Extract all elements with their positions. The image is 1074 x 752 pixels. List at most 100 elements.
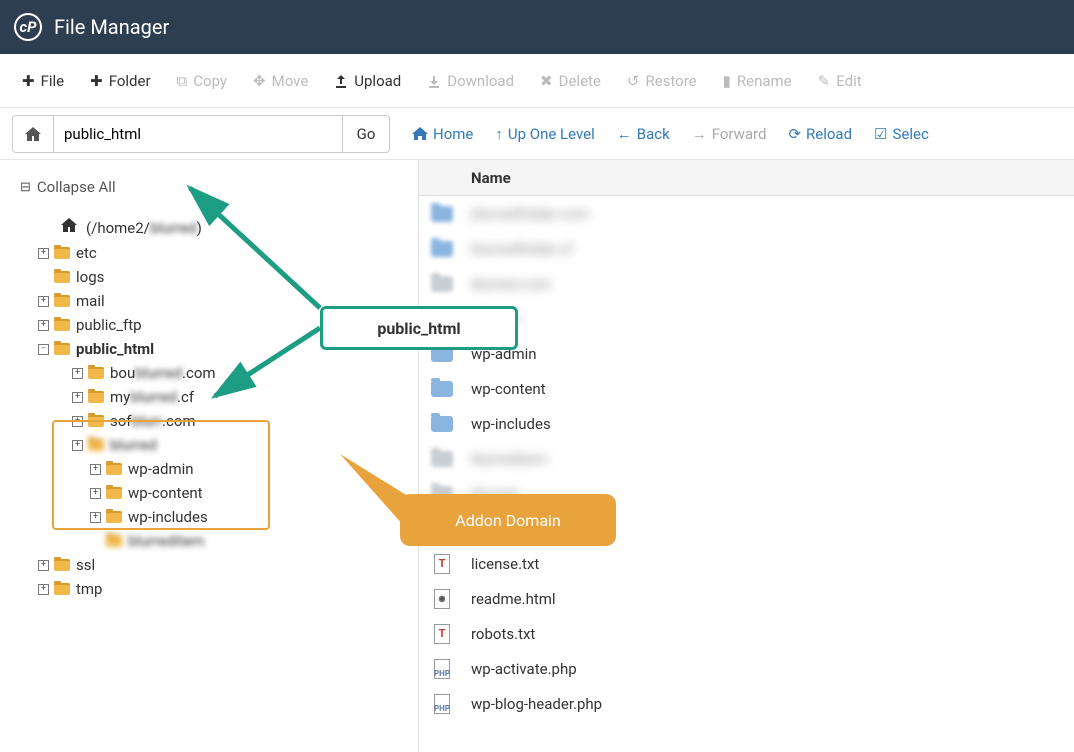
folder-icon (106, 487, 122, 499)
delete-button[interactable]: ✖Delete (530, 64, 611, 98)
up-icon: ↑ (495, 125, 503, 143)
file-row[interactable]: wp-content (419, 371, 1074, 406)
collapse-icon: ⊟ (20, 180, 31, 195)
collapse-toggle[interactable]: − (38, 344, 49, 355)
file-icon: ◉ (431, 590, 453, 608)
file-list: blurredfolder.com blurredfolder.cf blurred… (419, 196, 1074, 721)
file-name: wp-blog-header.php (471, 695, 602, 713)
file-name: license.txt (471, 555, 539, 573)
restore-icon: ↺ (627, 72, 640, 90)
expand-toggle[interactable]: + (38, 296, 49, 307)
navigation-bar: Go Home ↑Up One Level ←Back →Forward ⟳Re… (0, 108, 1074, 160)
file-row[interactable]: blurredfolder.cf (419, 231, 1074, 266)
folder-icon (431, 240, 453, 258)
tree-item-domain1[interactable]: +boublurred.com (20, 361, 408, 385)
tree-item-etc[interactable]: +etc (20, 241, 408, 265)
file-name: blurredfolder.cf (471, 240, 573, 258)
home-button[interactable] (12, 115, 54, 153)
folder-icon (106, 535, 122, 547)
expand-toggle[interactable]: + (38, 248, 49, 259)
expand-toggle[interactable]: + (90, 512, 101, 523)
tree-item-tmp[interactable]: +tmp (20, 577, 408, 601)
tree-item-logs[interactable]: logs (20, 265, 408, 289)
folder-icon (54, 271, 70, 283)
file-icon: T (431, 625, 453, 643)
home-icon (24, 126, 42, 142)
delete-icon: ✖ (540, 72, 553, 90)
folder-icon (54, 247, 70, 259)
cpanel-logo (14, 13, 42, 41)
folder-icon (431, 380, 453, 398)
tree-item-ssl[interactable]: +ssl (20, 553, 408, 577)
folder-icon (431, 275, 453, 293)
folder-icon (106, 511, 122, 523)
file-row[interactable]: Trobots.txt (419, 616, 1074, 651)
nav-forward-link[interactable]: →Forward (692, 125, 767, 143)
file-name: readme.html (471, 590, 556, 608)
expand-toggle[interactable]: + (90, 464, 101, 475)
move-button[interactable]: ✥Move (243, 64, 318, 98)
nav-back-link[interactable]: ←Back (617, 125, 670, 143)
copy-icon: ⧉ (177, 72, 188, 90)
go-button[interactable]: Go (342, 115, 390, 153)
expand-toggle[interactable]: + (72, 440, 83, 451)
directory-tree: (/home2/blurred) +etc logs +mail +public… (20, 214, 408, 601)
app-header: File Manager (0, 0, 1074, 54)
file-row[interactable]: blurreditem (419, 441, 1074, 476)
file-row[interactable]: PHP wp-blog-header.php (419, 686, 1074, 721)
folder-icon (431, 205, 453, 223)
file-icon: PHP (431, 695, 453, 713)
file-icon: T (431, 555, 453, 573)
edit-icon: ✎ (818, 72, 831, 90)
plus-icon: ✚ (90, 72, 103, 90)
rename-button[interactable]: ▮Rename (713, 64, 802, 98)
nav-home-link[interactable]: Home (412, 125, 473, 143)
reload-icon: ⟳ (788, 125, 801, 143)
content-area: ⊟ Collapse All (/home2/blurred) +etc log… (0, 160, 1074, 752)
file-row[interactable]: PHP wp-activate.php (419, 651, 1074, 686)
file-name: blurreditem (471, 450, 547, 468)
path-input[interactable] (54, 115, 342, 153)
expand-toggle[interactable]: + (72, 416, 83, 427)
nav-reload-link[interactable]: ⟳Reload (788, 125, 852, 143)
file-row[interactable]: Tlicense.txt (419, 546, 1074, 581)
tree-item-wp-includes[interactable]: +wp-includes (20, 505, 408, 529)
new-folder-button[interactable]: ✚Folder (80, 64, 160, 98)
expand-toggle[interactable]: + (90, 488, 101, 499)
restore-button[interactable]: ↺Restore (617, 64, 707, 98)
expand-toggle[interactable]: + (38, 584, 49, 595)
nav-up-link[interactable]: ↑Up One Level (495, 125, 594, 143)
tree-item-domain4[interactable]: +blurred (20, 433, 408, 457)
tree-item-wp-content[interactable]: +wp-content (20, 481, 408, 505)
file-row[interactable]: wp-includes (419, 406, 1074, 441)
upload-button[interactable]: Upload (324, 64, 411, 98)
file-name: wp-activate.php (471, 660, 577, 678)
file-row[interactable]: ◉ readme.html (419, 581, 1074, 616)
folder-icon (54, 319, 70, 331)
expand-toggle[interactable]: + (72, 392, 83, 403)
folder-icon (88, 439, 104, 451)
file-name: blurredfolder.com (471, 205, 589, 223)
annotation-public-html: public_html (320, 306, 518, 350)
collapse-all-button[interactable]: ⊟ Collapse All (20, 178, 408, 196)
expand-toggle[interactable]: + (38, 560, 49, 571)
folder-icon (88, 415, 104, 427)
download-button[interactable]: Download (417, 64, 524, 98)
file-row[interactable]: blurred.com (419, 266, 1074, 301)
move-icon: ✥ (253, 72, 266, 90)
copy-button[interactable]: ⧉Copy (167, 64, 237, 98)
tree-root[interactable]: (/home2/blurred) (20, 214, 408, 241)
file-row[interactable]: blurredfolder.com (419, 196, 1074, 231)
edit-button[interactable]: ✎Edit (808, 64, 872, 98)
nav-select-link[interactable]: ☑Selec (874, 125, 929, 143)
tree-item-domain3[interactable]: +sofblurr.com (20, 409, 408, 433)
table-header-name[interactable]: Name (419, 160, 1074, 196)
new-file-button[interactable]: ✚File (12, 64, 74, 98)
expand-toggle[interactable]: + (72, 368, 83, 379)
expand-toggle[interactable]: + (38, 320, 49, 331)
tree-item-domain2[interactable]: +myblurred.cf (20, 385, 408, 409)
file-icon: PHP (431, 660, 453, 678)
tree-item-wp-other[interactable]: blurreditem (20, 529, 408, 553)
folder-icon (431, 415, 453, 433)
file-name: blurred.com (471, 275, 551, 293)
